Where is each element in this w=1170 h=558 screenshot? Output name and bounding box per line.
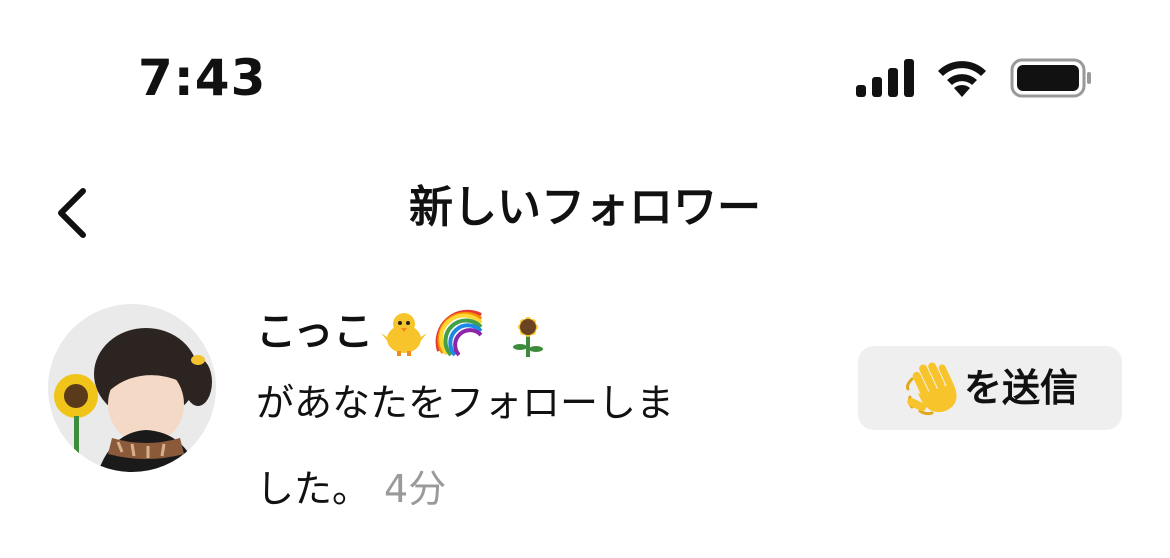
message-line-2: した。 4分: [256, 446, 736, 532]
message-line-1: があなたをフォローしま: [256, 381, 675, 425]
username[interactable]: こっこ: [256, 304, 373, 360]
profile-photo: [48, 304, 216, 472]
follower-notification-row[interactable]: こっこ があなたをフォローしま した。 4分 を送信: [0, 290, 1170, 511]
rainbow-icon: [435, 309, 483, 357]
username-line: こっこ: [256, 304, 736, 360]
waving-hand-icon: [905, 362, 957, 416]
baby-chick-icon: [381, 313, 428, 356]
page-title: 新しいフォロワー: [409, 182, 761, 233]
sunflower-icon: [513, 317, 544, 357]
status-icons: [856, 58, 1092, 98]
notification-content: こっこ があなたをフォローしま した。 4分: [256, 304, 736, 532]
wifi-icon: [938, 61, 986, 97]
battery-icon: [1010, 58, 1091, 98]
cellular-signal-icon: [856, 59, 914, 97]
send-wave-button[interactable]: を送信: [858, 346, 1122, 430]
notification-message: があなたをフォローしま した。 4分: [256, 360, 736, 532]
status-bar: 7:43: [0, 0, 1170, 130]
send-wave-label: を送信: [963, 366, 1078, 410]
nav-bar: 新しいフォロワー: [0, 160, 1170, 256]
timestamp: 4分: [384, 467, 447, 511]
avatar[interactable]: [48, 304, 216, 472]
status-time: 7:43: [138, 49, 267, 107]
message-line-2-text: した。: [256, 467, 371, 511]
